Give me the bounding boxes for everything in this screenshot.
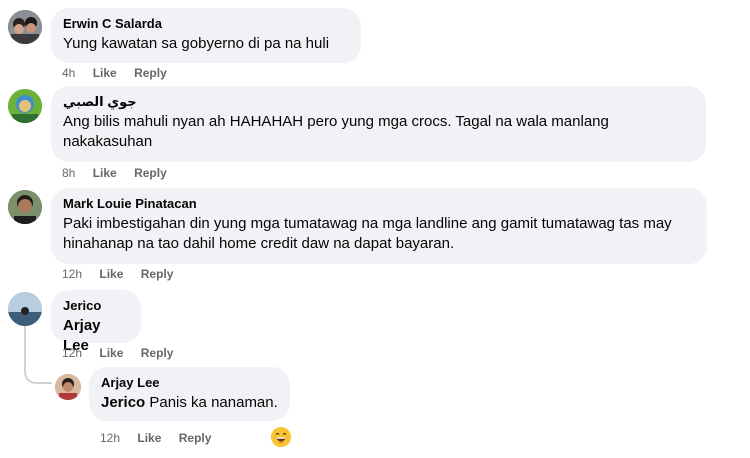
comment-text: Yung kawatan sa gobyerno di pa na huli	[63, 35, 330, 52]
avatar[interactable]	[8, 190, 42, 224]
comment-actions: 12h Like Reply	[62, 345, 187, 361]
timestamp[interactable]: 12h	[100, 431, 120, 445]
mention-link[interactable]: Jerico	[101, 394, 145, 411]
comment-author[interactable]: Arjay Lee	[101, 375, 278, 391]
comment-author[interactable]: Jerico	[63, 298, 129, 314]
comment-actions: 12h Like Reply	[100, 430, 225, 446]
like-button[interactable]: Like	[99, 267, 123, 281]
like-button[interactable]: Like	[93, 66, 117, 80]
laughing-emoji-icon[interactable]	[271, 427, 291, 447]
avatar[interactable]	[8, 89, 42, 123]
comment-text: Jerico Panis ka nanaman.	[101, 393, 278, 413]
reply-button[interactable]: Reply	[134, 66, 167, 80]
avatar[interactable]	[8, 10, 42, 44]
comment-text-body: Panis ka nanaman.	[145, 394, 278, 411]
timestamp[interactable]: 12h	[62, 267, 82, 281]
like-button[interactable]: Like	[137, 431, 161, 445]
timestamp[interactable]: 4h	[62, 66, 75, 80]
comment-text: Paki imbestigahan din yung mga tumatawag…	[63, 215, 672, 252]
comment-author[interactable]: Erwin C Salarda	[63, 16, 349, 32]
timestamp[interactable]: 8h	[62, 166, 75, 180]
thread-curve	[24, 350, 52, 384]
like-button[interactable]: Like	[93, 166, 117, 180]
comment-bubble: جوي الصبي Ang bilis mahuli nyan ah HAHAH…	[51, 86, 706, 162]
comment-author[interactable]: Mark Louie Pinatacan	[63, 196, 695, 212]
reply-button[interactable]: Reply	[141, 346, 174, 360]
comment-bubble: Mark Louie Pinatacan Paki imbestigahan d…	[51, 188, 707, 264]
avatar[interactable]	[55, 374, 81, 400]
reply-button[interactable]: Reply	[141, 267, 174, 281]
avatar[interactable]	[8, 292, 42, 326]
comment-bubble: Arjay Lee Jerico Panis ka nanaman.	[89, 367, 290, 421]
comment-text: Ang bilis mahuli nyan ah HAHAHAH pero yu…	[63, 113, 609, 150]
timestamp[interactable]: 12h	[62, 346, 82, 360]
comment-bubble: Erwin C Salarda Yung kawatan sa gobyerno…	[51, 8, 361, 63]
reply-button[interactable]: Reply	[134, 166, 167, 180]
comment-bubble: Jerico Arjay Lee	[51, 290, 141, 354]
comment-actions: 8h Like Reply	[62, 165, 181, 181]
reply-button[interactable]: Reply	[179, 431, 212, 445]
comment-actions: 4h Like Reply	[62, 65, 181, 81]
comment-actions: 12h Like Reply	[62, 266, 187, 282]
like-button[interactable]: Like	[99, 346, 123, 360]
comment-author[interactable]: جوي الصبي	[63, 94, 694, 110]
